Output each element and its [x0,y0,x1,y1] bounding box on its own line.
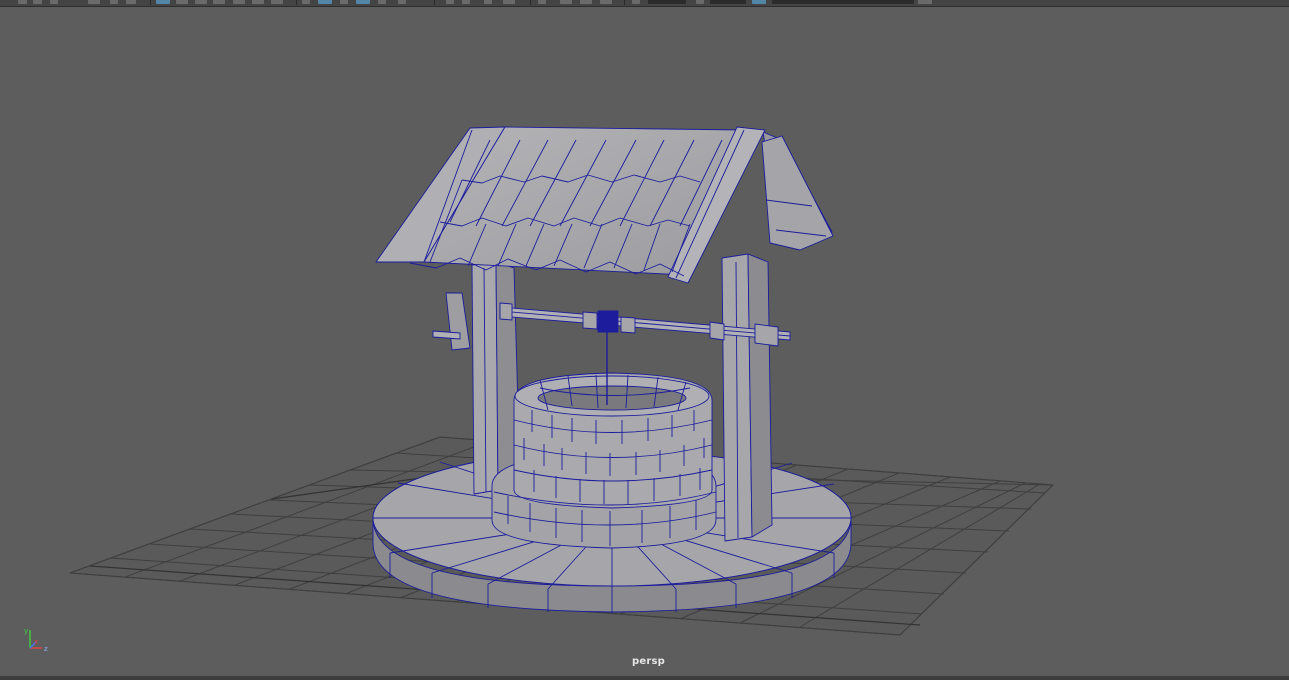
shingle-roof[interactable] [375,126,834,284]
scale-tool-icon[interactable] [398,0,406,4]
snap-curve-icon[interactable] [462,0,470,4]
search-icon[interactable] [918,0,932,4]
quick-select-field[interactable] [772,0,914,4]
redo-icon[interactable] [33,0,42,4]
status-toolbar [0,0,1289,7]
axis-gizmo-icon: y z x [24,627,48,652]
snap-point-icon[interactable] [484,0,492,4]
undo-icon[interactable] [18,0,27,4]
snap-grid-icon[interactable] [446,0,454,4]
viewport-canvas[interactable] [0,7,1289,676]
axis-label-y: y [24,627,28,635]
input-field-x[interactable] [648,0,686,4]
layout-graph-icon[interactable] [252,0,264,4]
snap-icon[interactable] [50,0,58,4]
axis-label-x: x [34,638,38,646]
snap-plane-icon[interactable] [503,0,515,4]
magnet-icon[interactable] [632,0,640,4]
layout-quad-icon[interactable] [176,0,188,4]
axis-label-z: z [44,645,48,652]
viewport-bottom-border [0,676,1289,680]
rotate-tool-icon[interactable] [378,0,386,4]
lock-icon[interactable] [696,0,704,4]
stone-well-wall[interactable] [491,372,717,549]
lasso-tool-icon[interactable] [318,0,332,4]
field-mode-icon[interactable] [752,0,766,4]
move-tool-icon[interactable] [356,0,370,4]
paint-tool-icon[interactable] [340,0,348,4]
layout-two-icon[interactable] [195,0,207,4]
camera-icon[interactable] [538,0,546,4]
layout-single-icon[interactable] [156,0,170,4]
right-support-post[interactable] [721,253,773,542]
ipr-icon[interactable] [580,0,592,4]
camera-name-label: persp [632,656,665,667]
left-support-post[interactable] [471,261,521,495]
layout-script-icon[interactable] [271,0,283,4]
wishing-well-model[interactable] [372,126,852,613]
select-tool-icon[interactable] [302,0,310,4]
layout-outliner-icon[interactable] [233,0,245,4]
input-field-y[interactable] [710,0,746,4]
perspective-viewport[interactable] [0,7,1289,676]
render-settings-icon[interactable] [600,0,612,4]
render-icon[interactable] [126,0,136,4]
render-frame-icon[interactable] [560,0,572,4]
layout-persp-icon[interactable] [213,0,225,4]
step-icon[interactable] [110,0,118,4]
history-icon[interactable] [88,0,100,4]
